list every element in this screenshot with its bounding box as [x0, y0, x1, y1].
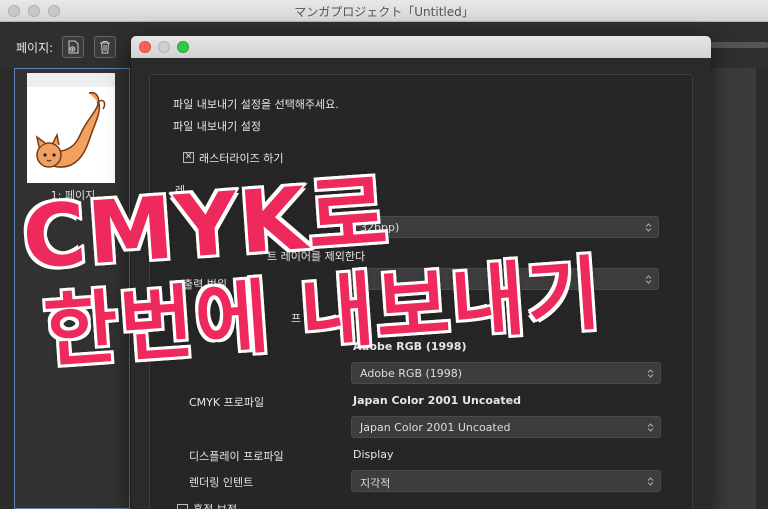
cmyk-profile-select-value: Japan Color 2001 Uncoated: [360, 421, 511, 434]
window-titlebar: マンガプロジェクト「Untitled」: [0, 0, 768, 22]
trash-icon: [100, 41, 110, 54]
display-profile-value: Display: [353, 448, 394, 461]
caret-updown-icon: [647, 477, 654, 486]
rendering-intent-select[interactable]: 지각적: [351, 470, 661, 492]
delete-page-button[interactable]: [94, 36, 116, 58]
dialog-minimize-button[interactable]: [158, 41, 170, 53]
scroll-indicator[interactable]: [710, 42, 768, 48]
cmyk-profile-current: Japan Color 2001 Uncoated: [353, 394, 521, 407]
add-page-icon: [68, 40, 79, 54]
dialog-titlebar: [131, 36, 711, 58]
display-profile-label: 디스플레이 프로파일: [189, 450, 284, 463]
pages-label: 페이지:: [16, 41, 54, 55]
dialog-zoom-button[interactable]: [177, 41, 189, 53]
dialog-close-button[interactable]: [139, 41, 151, 53]
dialog-heading: 파일 내보내기 설정을 선택해주세요.: [173, 98, 339, 111]
cmyk-profile-label: CMYK 프로파일: [189, 396, 265, 409]
rendering-intent-label: 렌더링 인텐트: [189, 476, 254, 489]
section-title: 파일 내보내기 설정: [173, 120, 261, 133]
caret-updown-icon: [645, 223, 652, 232]
caret-updown-icon: [647, 369, 654, 378]
add-page-button[interactable]: [62, 36, 84, 58]
cmyk-profile-select[interactable]: Japan Color 2001 Uncoated: [351, 416, 661, 438]
dialog-window-controls: [139, 41, 189, 53]
black-point-checkbox[interactable]: [177, 504, 188, 509]
rgb-profile-select-value: Adobe RGB (1998): [360, 367, 463, 380]
canvas-area: [710, 68, 756, 509]
black-point-label: 흑점 보정: [193, 501, 237, 509]
caret-updown-icon: [647, 423, 654, 432]
window-title: マンガプロジェクト「Untitled」: [294, 5, 474, 19]
rgb-profile-select[interactable]: Adobe RGB (1998): [351, 362, 661, 384]
rendering-intent-value: 지각적: [360, 477, 391, 490]
caret-updown-icon: [645, 275, 652, 284]
